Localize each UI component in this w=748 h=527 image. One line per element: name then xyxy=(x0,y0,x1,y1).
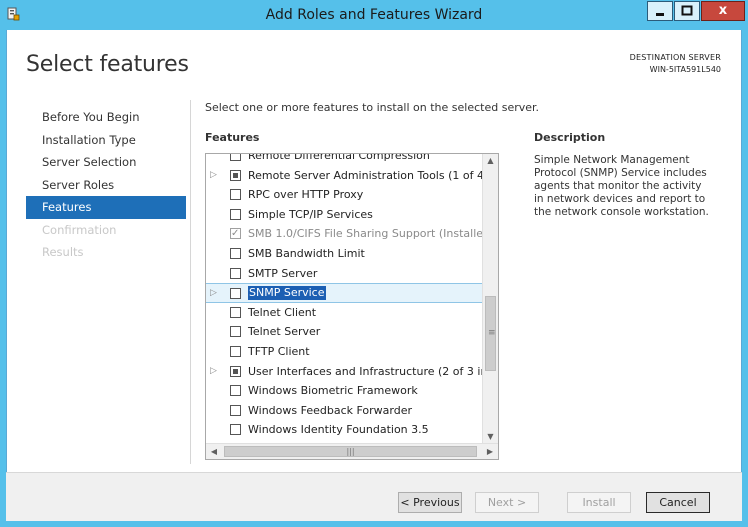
minimize-icon xyxy=(656,13,664,16)
feature-label: Telnet Client xyxy=(248,305,317,319)
feature-label: SMTP Server xyxy=(248,266,318,280)
nav-item-installation-type[interactable]: Installation Type xyxy=(26,129,186,152)
cancel-button[interactable]: Cancel xyxy=(646,492,710,513)
vertical-scroll-thumb[interactable]: ≡ xyxy=(485,296,496,371)
description-heading: Description xyxy=(534,131,606,144)
title-bar[interactable]: Add Roles and Features Wizard x xyxy=(0,0,748,30)
feature-checkbox[interactable] xyxy=(230,345,241,357)
feature-checkbox[interactable] xyxy=(230,189,241,201)
features-list: Remote Differential Compression ▷ Remote S… xyxy=(206,153,498,440)
feature-row[interactable]: TFTP Client xyxy=(206,342,492,362)
page-title: Select features xyxy=(26,52,189,77)
wizard-body: Select features DESTINATION SERVER WIN-5… xyxy=(6,30,742,521)
destination-server-label: DESTINATION SERVER xyxy=(629,53,721,62)
expand-arrow-icon[interactable]: ▷ xyxy=(210,284,220,304)
destination-server-name: WIN-5ITA591L540 xyxy=(649,65,721,74)
feature-label: Windows Feedback Forwarder xyxy=(248,403,413,417)
feature-checkbox[interactable] xyxy=(230,208,241,220)
feature-checkbox[interactable] xyxy=(230,306,241,318)
feature-label: Telnet Server xyxy=(248,325,321,339)
instructions-text: Select one or more features to install o… xyxy=(205,101,540,114)
install-button: Install xyxy=(567,492,631,513)
close-icon: x xyxy=(718,3,728,18)
feature-row[interactable]: SMTP Server xyxy=(206,264,492,284)
feature-label: SMB Bandwidth Limit xyxy=(248,246,365,260)
feature-row[interactable]: RPC over HTTP Proxy xyxy=(206,185,492,205)
feature-row[interactable]: SMB 1.0/CIFS File Sharing Support (Insta… xyxy=(206,224,495,244)
feature-label: SNMP Service xyxy=(248,286,326,301)
nav-item-server-selection[interactable]: Server Selection xyxy=(26,151,186,174)
minimize-button[interactable] xyxy=(647,1,673,21)
feature-row[interactable]: Simple TCP/IP Services xyxy=(206,205,492,225)
feature-label: RPC over HTTP Proxy xyxy=(248,188,364,202)
grip-icon: ≡ xyxy=(488,328,496,338)
feature-label: Simple TCP/IP Services xyxy=(248,207,373,221)
window-border-right xyxy=(742,30,748,527)
vertical-scrollbar[interactable]: ▲ ≡ ▼ xyxy=(482,154,498,444)
feature-checkbox[interactable] xyxy=(230,288,241,300)
maximize-button[interactable] xyxy=(674,1,700,21)
expand-arrow-icon[interactable]: ▷ xyxy=(210,166,220,186)
feature-checkbox[interactable] xyxy=(230,169,241,181)
horizontal-scrollbar[interactable]: ◀ ||| ▶ xyxy=(206,443,498,459)
nav-item-results: Results xyxy=(42,245,84,259)
wizard-nav: Before You Begin Installation Type Serve… xyxy=(26,106,186,264)
feature-checkbox[interactable] xyxy=(230,267,241,279)
nav-divider xyxy=(190,100,191,464)
nav-item-server-roles[interactable]: Server Roles xyxy=(26,174,186,197)
window-border-bottom xyxy=(0,521,748,527)
next-button: Next > xyxy=(475,492,539,513)
feature-row[interactable]: Windows Identity Foundation 3.5 xyxy=(206,420,492,440)
feature-label: User Interfaces and Infrastructure (2 of… xyxy=(248,364,498,378)
nav-item-confirmation: Confirmation xyxy=(42,222,117,237)
feature-row[interactable]: Telnet Client xyxy=(206,303,492,323)
feature-row[interactable]: Windows Biometric Framework xyxy=(206,381,492,401)
description-text: Simple Network Management Protocol (SNMP… xyxy=(534,154,709,218)
nav-item-before-you-begin[interactable]: Before You Begin xyxy=(26,106,186,129)
expand-arrow-icon[interactable]: ▷ xyxy=(210,362,220,382)
feature-row[interactable]: ▷ User Interfaces and Infrastructure (2 o… xyxy=(206,362,498,382)
feature-label: Remote Differential Compression xyxy=(248,153,430,162)
scroll-up-icon[interactable]: ▲ xyxy=(483,154,498,168)
scroll-down-icon[interactable]: ▼ xyxy=(483,430,498,444)
grip-icon: ||| xyxy=(346,447,355,456)
window-title: Add Roles and Features Wizard xyxy=(265,7,483,23)
feature-row[interactable]: Remote Differential Compression xyxy=(206,153,492,166)
feature-label: Remote Server Administration Tools (1 of… xyxy=(248,168,499,182)
scroll-left-icon[interactable]: ◀ xyxy=(206,444,222,459)
feature-checkbox[interactable] xyxy=(230,404,241,416)
horizontal-scroll-thumb[interactable]: ||| xyxy=(224,446,477,457)
previous-button[interactable]: < Previous xyxy=(398,492,462,513)
feature-checkbox[interactable] xyxy=(230,385,241,397)
feature-checkbox[interactable] xyxy=(230,247,241,259)
features-heading: Features xyxy=(205,131,260,144)
feature-row[interactable]: SMB Bandwidth Limit xyxy=(206,244,492,264)
close-button[interactable]: x xyxy=(701,1,745,21)
feature-checkbox xyxy=(230,224,241,244)
features-tree[interactable]: Remote Differential Compression ▷ Remote S… xyxy=(205,153,499,460)
feature-label: Windows Biometric Framework xyxy=(248,384,418,398)
maximize-icon xyxy=(681,5,693,16)
nav-item-features[interactable]: Features xyxy=(26,196,186,219)
feature-label: Windows Identity Foundation 3.5 xyxy=(248,423,429,437)
scroll-right-icon[interactable]: ▶ xyxy=(482,444,498,459)
feature-label: TFTP Client xyxy=(248,344,310,358)
feature-row[interactable]: ▷ SNMP Service xyxy=(206,283,492,303)
feature-checkbox[interactable] xyxy=(230,154,241,161)
feature-checkbox[interactable] xyxy=(230,424,241,436)
feature-checkbox[interactable] xyxy=(230,326,241,338)
feature-row[interactable]: Telnet Server xyxy=(206,322,492,342)
feature-row[interactable]: Windows Feedback Forwarder xyxy=(206,401,492,421)
feature-label: SMB 1.0/CIFS File Sharing Support (Insta… xyxy=(248,227,495,241)
feature-checkbox[interactable] xyxy=(230,365,241,377)
wizard-footer: < Previous Next > Install Cancel xyxy=(6,473,742,521)
feature-row[interactable]: ▷ Remote Server Administration Tools (1 o… xyxy=(206,166,498,186)
